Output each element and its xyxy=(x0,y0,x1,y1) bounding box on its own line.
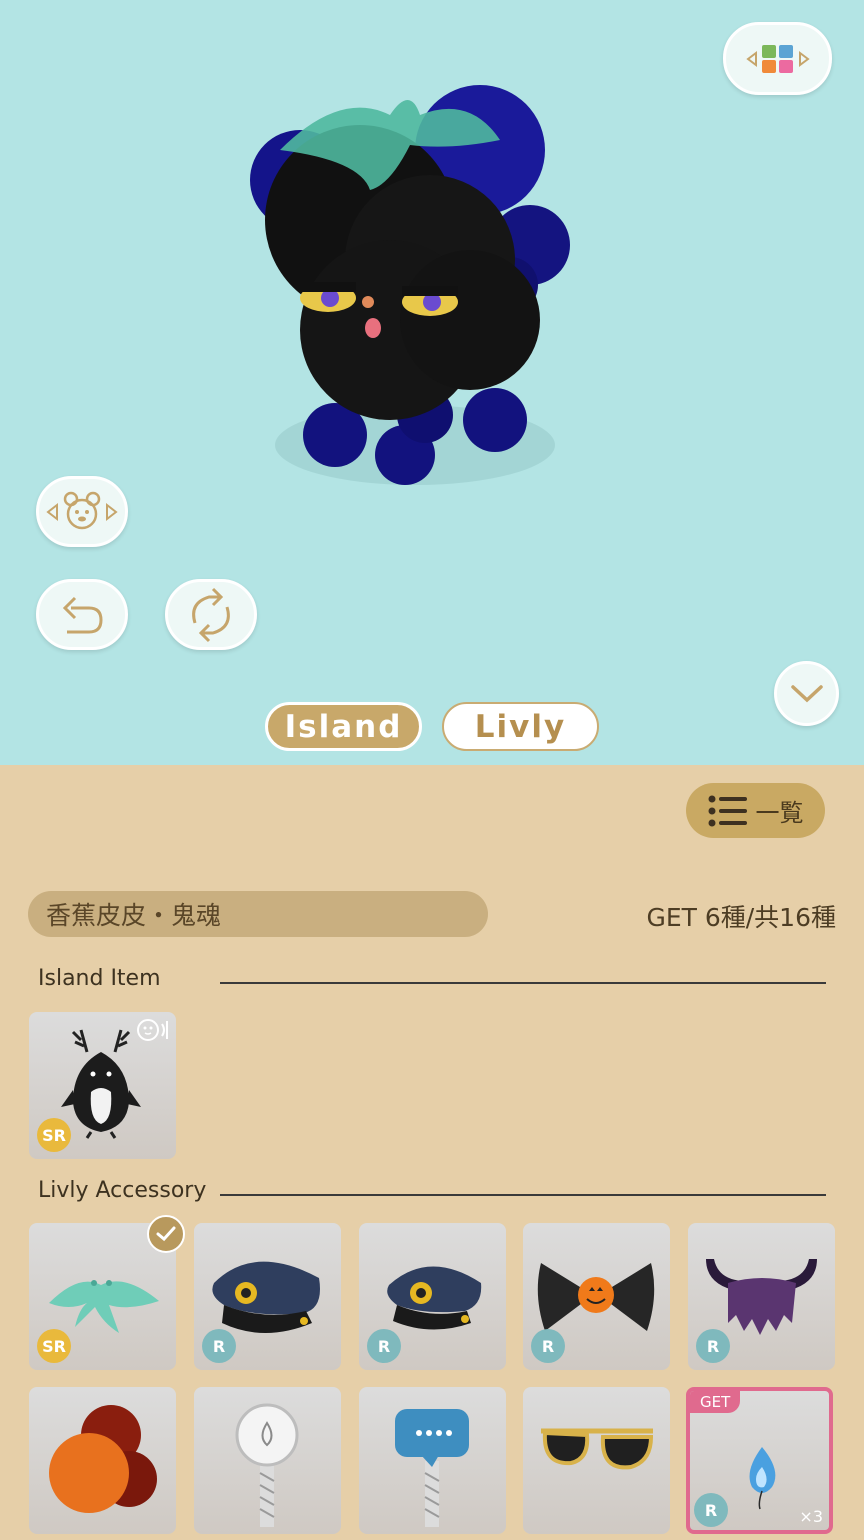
set-name: 香蕉皮皮・鬼魂 xyxy=(28,891,488,937)
accessory-card-pumpkin-bow[interactable]: R xyxy=(523,1223,670,1370)
accessory-card-dark-horns[interactable]: R xyxy=(688,1223,835,1370)
rarity-badge: R xyxy=(694,1493,728,1527)
rarity-badge: SR xyxy=(37,1118,71,1152)
sunglasses-item xyxy=(541,1428,654,1470)
accessory-card-navy-cap[interactable]: R xyxy=(194,1223,341,1370)
chevron-down-icon xyxy=(790,684,823,702)
rotate-button[interactable] xyxy=(165,579,257,650)
list-button-label: 一覧 xyxy=(755,799,804,827)
set-collection-count: GET 6種/共16種 xyxy=(646,903,836,932)
color-grid-icon xyxy=(745,44,810,73)
accessory-card-water-drop-sign[interactable] xyxy=(194,1387,341,1534)
rarity-badge: R xyxy=(696,1329,730,1363)
accessory-card-orange-flower[interactable] xyxy=(29,1387,176,1534)
tab-island[interactable]: Island xyxy=(265,702,422,751)
accessory-card-navy-cap-small[interactable]: R xyxy=(359,1223,506,1370)
accessory-card-sunglasses[interactable] xyxy=(523,1387,670,1534)
accessory-card-blue-flame[interactable]: GET R ×3 xyxy=(686,1387,833,1534)
check-icon xyxy=(156,1226,176,1242)
undo-button[interactable] xyxy=(36,579,128,650)
accessory-card-speech-bubble-sign[interactable] xyxy=(359,1387,506,1534)
equipped-check-badge xyxy=(147,1215,185,1253)
pet-viewer: Island Livly xyxy=(0,0,864,765)
collapse-button[interactable] xyxy=(774,661,839,726)
island-item-card[interactable]: SR xyxy=(29,1012,176,1159)
list-icon xyxy=(708,795,747,826)
undo-icon xyxy=(62,596,103,633)
livly-pet-illustration xyxy=(250,85,570,485)
orange-flower-item xyxy=(49,1405,157,1513)
pet-face-arrows-icon xyxy=(46,491,118,529)
speech-bubble-sign-item xyxy=(395,1409,469,1527)
section-title-island-item: Island Item xyxy=(38,966,161,991)
water-drop-sign-item xyxy=(235,1403,299,1527)
rarity-badge: R xyxy=(367,1329,401,1363)
switch-pet-button[interactable] xyxy=(36,476,128,547)
rarity-badge: SR xyxy=(37,1329,71,1363)
face-sound-icon xyxy=(137,1019,168,1041)
list-view-button[interactable]: 一覧 xyxy=(686,783,825,838)
rotate-icon xyxy=(192,587,230,642)
rarity-badge: R xyxy=(202,1329,236,1363)
rarity-badge: R xyxy=(531,1329,565,1363)
item-quantity: ×3 xyxy=(799,1507,823,1526)
section-title-livly-accessory: Livly Accessory xyxy=(38,1178,207,1203)
tab-livly[interactable]: Livly xyxy=(442,702,599,751)
customize-button[interactable] xyxy=(723,22,832,95)
get-tag: GET xyxy=(690,1391,741,1413)
section-divider xyxy=(220,982,826,984)
section-divider xyxy=(220,1194,826,1196)
